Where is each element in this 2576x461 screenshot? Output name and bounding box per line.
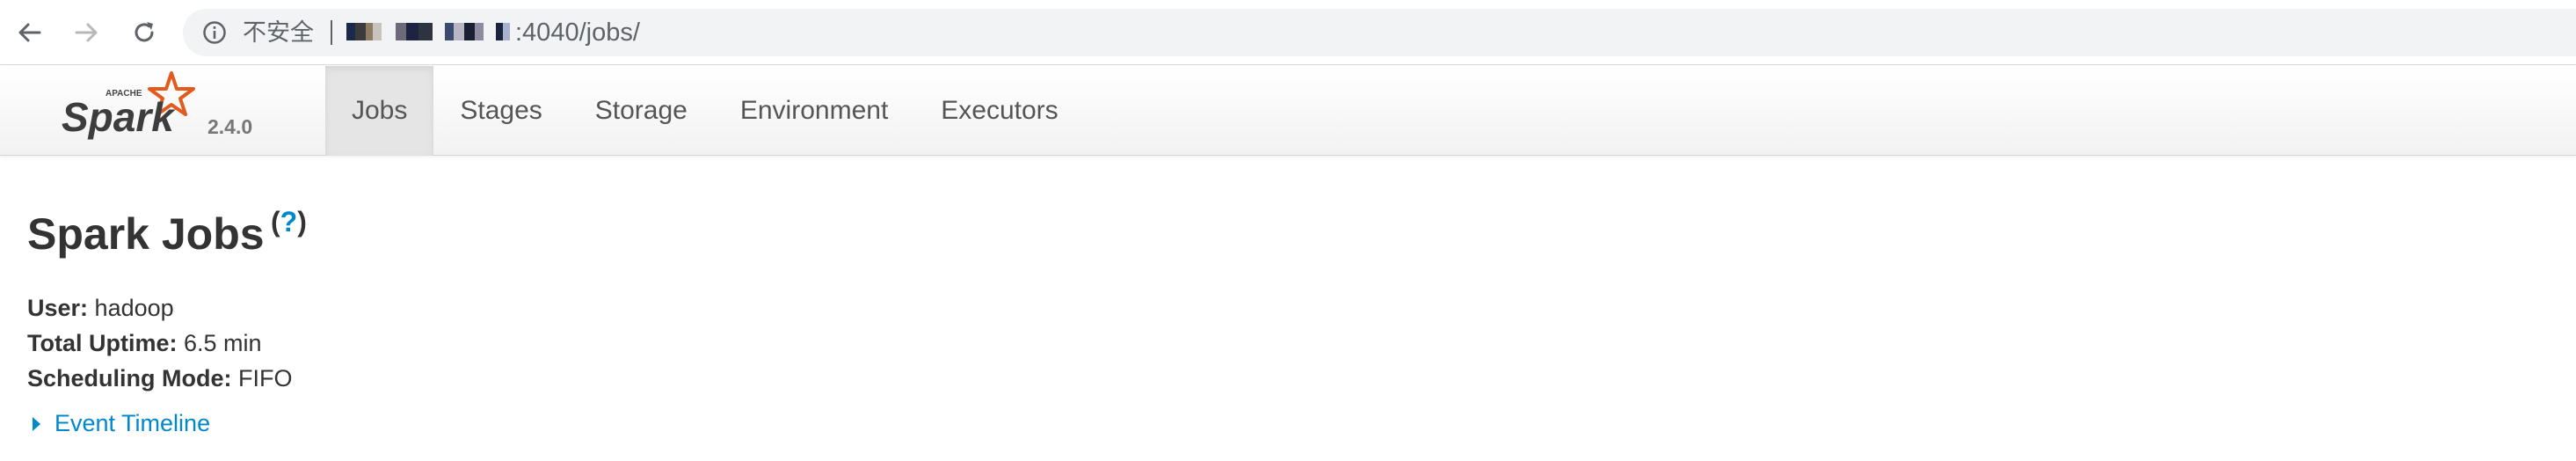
user-label: User: — [27, 295, 89, 321]
event-timeline-toggle[interactable]: Event Timeline — [27, 410, 210, 437]
arrow-left-icon — [18, 23, 41, 42]
redacted-host-block — [346, 23, 382, 40]
tab-executors[interactable]: Executors — [914, 66, 1084, 156]
redacted-host-block — [396, 23, 433, 40]
reload-icon — [135, 22, 154, 42]
spark-navbar: APACHE Spark 2.4.0 Jobs Stages Storage E… — [0, 66, 2576, 156]
nav-tabs: Jobs Stages Storage Environment Executor… — [325, 66, 1085, 156]
url-text[interactable]: :4040/jobs/ — [515, 19, 640, 46]
address-bar[interactable]: 不安全 :4040/jobs/ — [183, 9, 2576, 56]
scheduling-label: Scheduling Mode: — [27, 365, 232, 391]
scheduling-value: FIFO — [238, 365, 293, 391]
tab-stages[interactable]: Stages — [433, 66, 568, 156]
redacted-host-block — [496, 23, 510, 40]
reload-button[interactable] — [127, 15, 162, 50]
uptime-value: 6.5 min — [184, 330, 262, 356]
address-divider — [331, 20, 332, 45]
event-timeline-label: Event Timeline — [55, 410, 211, 436]
arrow-right-icon — [75, 23, 98, 42]
summary-user-row: User: hadoop — [27, 290, 293, 326]
help-link[interactable]: (?) — [271, 206, 307, 238]
security-status[interactable]: 不安全 — [243, 19, 314, 46]
redacted-host-block — [445, 23, 484, 40]
caret-right-icon — [33, 416, 40, 431]
tab-storage[interactable]: Storage — [569, 66, 714, 156]
logo-spark-text: Spark — [62, 94, 176, 140]
back-button[interactable] — [12, 15, 47, 50]
summary-scheduling-row: Scheduling Mode: FIFO — [27, 361, 293, 396]
forward-button[interactable] — [69, 15, 104, 50]
help-question-mark[interactable]: ? — [280, 206, 298, 238]
browser-toolbar: 不安全 :4040/jobs/ — [0, 0, 2576, 65]
help-open-paren: ( — [271, 206, 280, 238]
tab-environment[interactable]: Environment — [714, 66, 914, 156]
spark-logo[interactable]: APACHE Spark — [60, 70, 209, 149]
uptime-label: Total Uptime: — [27, 330, 178, 356]
job-summary: User: hadoop Total Uptime: 6.5 min Sched… — [27, 290, 293, 396]
user-value: hadoop — [94, 295, 174, 321]
page-title: Spark Jobs — [27, 209, 265, 259]
tab-jobs[interactable]: Jobs — [325, 66, 434, 156]
help-close-paren: ) — [297, 206, 307, 238]
info-icon[interactable] — [202, 20, 227, 45]
spark-version: 2.4.0 — [207, 115, 253, 138]
summary-uptime-row: Total Uptime: 6.5 min — [27, 326, 293, 361]
